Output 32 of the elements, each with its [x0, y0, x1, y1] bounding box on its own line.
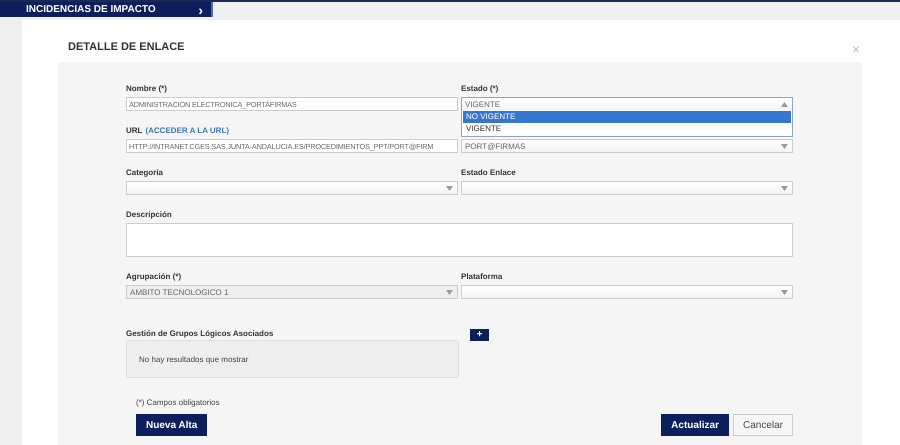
dropdown-option[interactable]: VIGENTE [463, 123, 791, 135]
dialog-title: DETALLE DE ENLACE [68, 41, 185, 53]
select-field[interactable] [461, 285, 793, 299]
select-field[interactable]: VIGENTE [461, 97, 793, 111]
dropdown-option[interactable]: NO VIGENTE [463, 111, 791, 123]
field-label: Estado Enlace [461, 168, 516, 177]
action-button[interactable]: Nueva Alta [136, 414, 208, 436]
field-label: Descripción [126, 210, 172, 219]
empty-message: No hay resultados que mostrar [139, 354, 248, 364]
field-label: Plataforma [461, 272, 502, 281]
select-field[interactable] [461, 181, 793, 195]
select-field[interactable] [126, 181, 458, 195]
add-button[interactable]: + [470, 329, 489, 341]
section-label: Gestión de Grupos Lógicos Asociados [126, 329, 274, 338]
action-button[interactable]: Cancelar [732, 414, 793, 436]
caret-up-icon [781, 102, 788, 106]
action-button[interactable]: Actualizar [661, 414, 729, 436]
field-label: Agrupación (*) [126, 272, 182, 281]
caret-down-icon [781, 144, 788, 148]
caret-down-icon [781, 290, 788, 294]
text-area[interactable] [126, 223, 793, 257]
caret-down-icon [446, 186, 453, 190]
caret-down-icon [781, 186, 788, 190]
section-tab[interactable]: INCIDENCIAS DE IMPACTO › [0, 2, 213, 17]
field-label: Nombre (*) [126, 84, 167, 93]
field-label: URL [126, 126, 142, 135]
field-label: Categoría [126, 168, 163, 177]
select-field[interactable]: PORT@FIRMAS [461, 139, 793, 153]
caret-down-icon [446, 290, 453, 294]
url-link[interactable]: (ACCEDER A LA URL) [145, 126, 229, 135]
field-label: Estado (*) [461, 84, 498, 93]
required-note: (*) Campos obligatorios [136, 398, 220, 407]
